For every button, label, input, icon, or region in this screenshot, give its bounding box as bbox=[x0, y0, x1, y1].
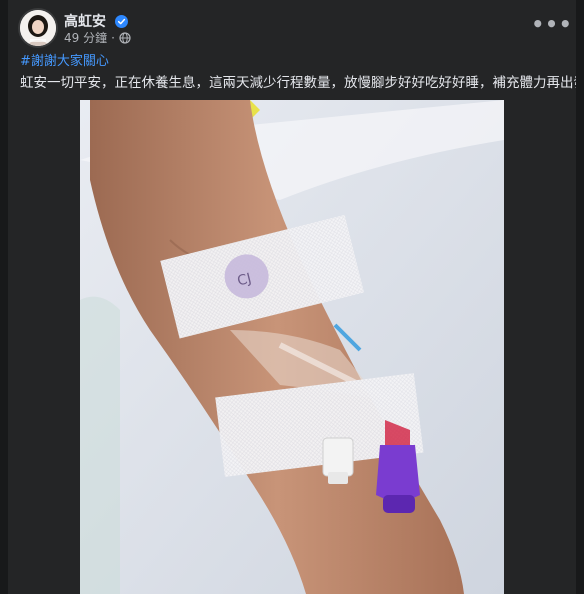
post-text: 虹安一切平安，正在休養生息，這兩天減少行程數量，放慢腳步好好吃好好睡，補充體力再… bbox=[20, 75, 576, 91]
author-name-row: 高虹安 bbox=[64, 11, 128, 31]
more-options-button[interactable]: ••• bbox=[531, 12, 571, 36]
avatar-image bbox=[20, 10, 56, 46]
verified-badge-icon bbox=[114, 15, 128, 28]
globe-icon[interactable] bbox=[119, 31, 131, 44]
photo-iv-arm: CJ bbox=[80, 100, 504, 594]
author-avatar[interactable] bbox=[20, 10, 56, 46]
post-card: 高虹安 49 分鐘 · ••• #謝謝大家關心 虹安一切平安，正在休養生息，這兩… bbox=[8, 0, 576, 594]
post-header: 高虹安 49 分鐘 · ••• bbox=[8, 0, 576, 48]
hashtag-link[interactable]: #謝謝大家關心 bbox=[20, 50, 109, 69]
meta-separator: · bbox=[111, 30, 115, 45]
more-options-icon: ••• bbox=[531, 12, 573, 36]
post-timestamp[interactable]: 49 分鐘 bbox=[64, 29, 107, 46]
post-meta: 49 分鐘 · bbox=[64, 29, 131, 46]
author-name[interactable]: 高虹安 bbox=[64, 14, 106, 30]
post-photo[interactable]: CJ bbox=[80, 100, 504, 594]
